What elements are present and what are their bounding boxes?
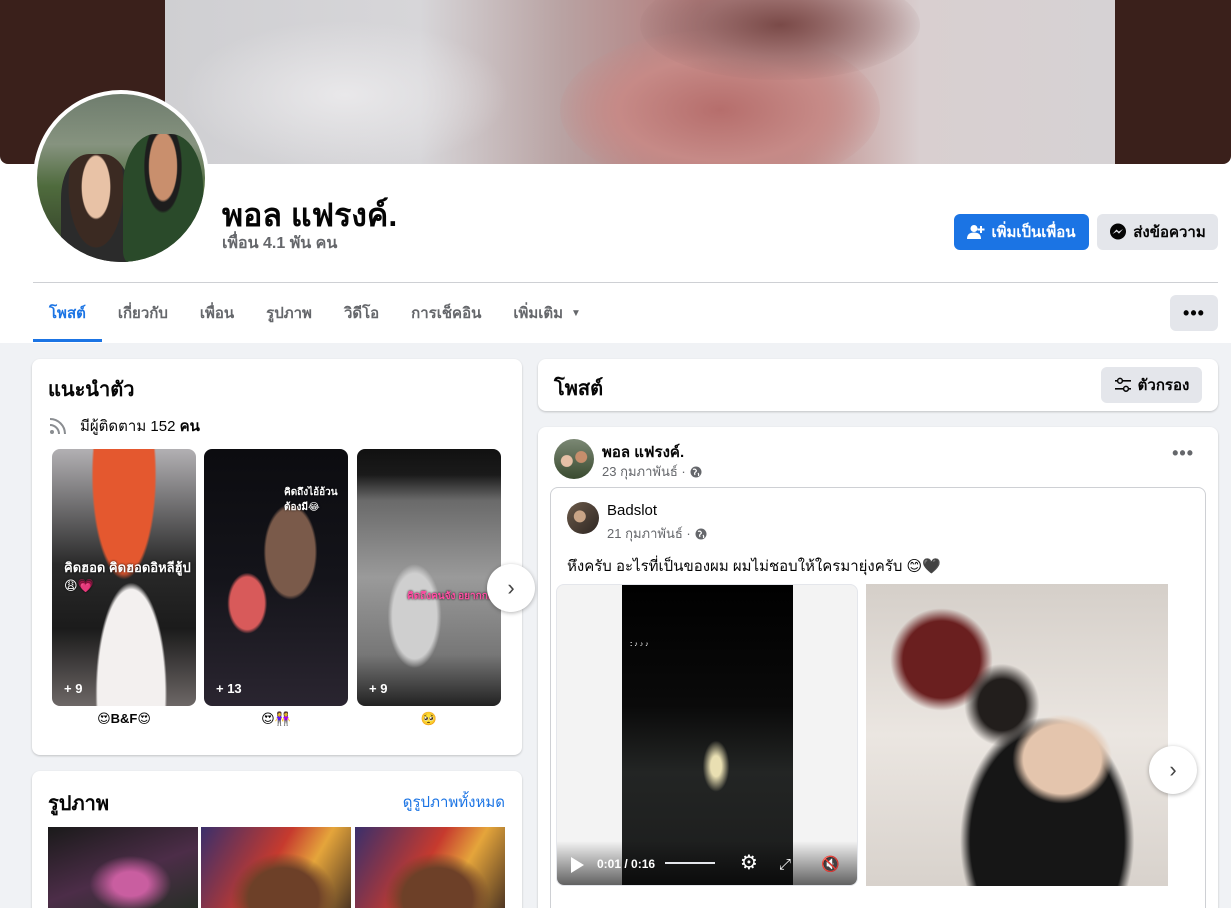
add-friend-label: เพิ่มเป็นเพื่อน bbox=[991, 224, 1076, 241]
tab-label: โพสต์ bbox=[49, 305, 86, 322]
shared-date: 21 กุมภาพันธ์ · bbox=[607, 526, 691, 541]
featured-story[interactable]: คิดฮอด คิดฮอดอิหลีฮู้ป 😩💗 + 9 bbox=[52, 449, 196, 706]
more-icon: ••• bbox=[1172, 443, 1194, 463]
featured-story[interactable]: คิดถึงไอ้อ้วนต้องมี😂 + 13 bbox=[204, 449, 348, 706]
filter-button[interactable]: ตัวกรอง bbox=[1101, 367, 1202, 403]
shared-timestamp[interactable]: 21 กุมภาพันธ์ · bbox=[607, 523, 707, 544]
tab-about[interactable]: เกี่ยวกับ bbox=[102, 284, 184, 342]
story-count: + 9 bbox=[64, 681, 83, 696]
add-friend-button[interactable]: เพิ่มเป็นเพื่อน bbox=[954, 214, 1089, 250]
followers-row[interactable]: มีผู้ติดตาม 152 คน bbox=[48, 414, 200, 438]
tab-label: เพิ่มเติม bbox=[513, 305, 564, 322]
post-author-avatar[interactable] bbox=[554, 439, 594, 479]
followers-unit: คน bbox=[179, 418, 200, 435]
video-progress-bar[interactable] bbox=[665, 862, 715, 864]
profile-tabs: โพสต์ เกี่ยวกับ เพื่อน รูปภาพ วิดีโอ การ… bbox=[33, 284, 597, 342]
photo-thumbnail[interactable] bbox=[201, 827, 351, 908]
filter-icon bbox=[1114, 377, 1131, 392]
photos-card: รูปภาพ ดูรูปภาพทั้งหมด bbox=[32, 771, 522, 908]
tab-label: วิดีโอ bbox=[343, 305, 380, 322]
more-icon: ••• bbox=[1183, 302, 1205, 323]
post-timestamp[interactable]: 23 กุมภาพันธ์ · bbox=[602, 461, 702, 482]
followers-count: มีผู้ติดตาม 152 bbox=[80, 418, 176, 435]
avatar bbox=[37, 94, 205, 262]
story-label: 🥺 bbox=[420, 711, 438, 726]
intro-card: แนะนำตัว มีผู้ติดตาม 152 คน คิดฮอด คิดฮอ… bbox=[32, 359, 535, 755]
video-caption-icon: : ♪ ♪ ♪ bbox=[630, 641, 649, 648]
messenger-icon bbox=[1110, 223, 1127, 240]
filter-label: ตัวกรอง bbox=[1137, 377, 1190, 394]
post-photo[interactable] bbox=[866, 584, 1168, 886]
caret-down-icon: ▼ bbox=[571, 307, 581, 319]
story-count: + 9 bbox=[369, 681, 388, 696]
featured-story[interactable]: คิดถึงคนจัง อยากกอด + 9 bbox=[357, 449, 501, 706]
posts-title: โพสต์ bbox=[554, 378, 604, 400]
photo-thumbnail[interactable] bbox=[355, 827, 505, 908]
shared-post[interactable]: Badslot 21 กุมภาพันธ์ · หึงครับ อะไรที่เ… bbox=[550, 487, 1206, 908]
profile-picture[interactable] bbox=[33, 90, 209, 266]
message-label: ส่งข้อความ bbox=[1133, 224, 1206, 241]
next-media-button[interactable]: › bbox=[1149, 746, 1197, 794]
tab-posts[interactable]: โพสต์ bbox=[33, 284, 102, 342]
fullscreen-icon[interactable]: ⤢ bbox=[779, 856, 791, 873]
posts-header: โพสต์ ตัวกรอง bbox=[538, 359, 1218, 411]
intro-title: แนะนำตัว bbox=[48, 379, 135, 401]
post-options-button[interactable]: ••• bbox=[1172, 443, 1194, 464]
tab-more[interactable]: เพิ่มเติม ▼ bbox=[497, 284, 597, 342]
story-label: 😍B&F😍 bbox=[97, 711, 151, 726]
friends-count[interactable]: เพื่อน 4.1 พัน คน bbox=[222, 231, 337, 256]
more-options-button[interactable]: ••• bbox=[1170, 295, 1218, 331]
video-player[interactable]: : ♪ ♪ ♪ 0:01 / 0:16 ⚙ ⤢ 🔇 bbox=[556, 584, 858, 886]
see-all-photos-link[interactable]: ดูรูปภาพทั้งหมด bbox=[403, 790, 505, 814]
mute-icon[interactable]: 🔇 bbox=[821, 855, 840, 873]
video-time: 0:01 / 0:16 bbox=[597, 857, 656, 871]
tab-checkins[interactable]: การเช็คอิน bbox=[395, 284, 497, 342]
tab-label: การเช็คอิน bbox=[411, 305, 482, 322]
shared-post-text: หึงครับ อะไรที่เป็นของผม ผมไม่ชอบให้ใครม… bbox=[567, 558, 941, 575]
story-label: 😍👭 bbox=[261, 711, 291, 726]
shared-author-name[interactable]: Badslot bbox=[607, 502, 657, 519]
post-card: พอล แฟรงค์. 23 กุมภาพันธ์ · ••• Badslot … bbox=[538, 427, 1218, 908]
rss-icon bbox=[49, 418, 66, 435]
story-caption: คิดถึงไอ้อ้วนต้องมี😂 bbox=[284, 487, 338, 513]
story-count: + 13 bbox=[216, 681, 242, 696]
photo-thumbnail[interactable] bbox=[48, 827, 198, 908]
message-button[interactable]: ส่งข้อความ bbox=[1097, 214, 1218, 250]
globe-icon bbox=[690, 466, 702, 477]
tab-friends[interactable]: เพื่อน bbox=[184, 284, 250, 342]
shared-author-avatar[interactable] bbox=[567, 502, 599, 534]
post-date: 23 กุมภาพันธ์ · bbox=[602, 464, 686, 479]
tab-label: เพื่อน bbox=[199, 305, 235, 322]
photos-title: รูปภาพ bbox=[48, 793, 110, 815]
next-arrow-button[interactable]: › bbox=[487, 564, 535, 612]
globe-icon bbox=[695, 528, 707, 539]
chevron-right-icon: › bbox=[1169, 757, 1177, 782]
tab-label: รูปภาพ bbox=[266, 305, 312, 322]
add-friend-icon bbox=[967, 225, 985, 239]
settings-gear-icon[interactable]: ⚙ bbox=[740, 850, 758, 875]
tab-photos[interactable]: รูปภาพ bbox=[250, 284, 328, 342]
play-icon[interactable] bbox=[571, 857, 584, 873]
chevron-right-icon: › bbox=[507, 575, 515, 600]
divider bbox=[33, 282, 1218, 283]
tab-label: เกี่ยวกับ bbox=[117, 305, 168, 322]
profile-header: พอล แฟรงค์. เพื่อน 4.1 พัน คน เพิ่มเป็นเ… bbox=[0, 0, 1231, 343]
story-caption: คิดฮอด คิดฮอดอิหลีฮู้ป 😩💗 bbox=[64, 560, 191, 593]
tab-videos[interactable]: วิดีโอ bbox=[328, 284, 395, 342]
video-controls: 0:01 / 0:16 ⚙ ⤢ 🔇 bbox=[557, 841, 857, 885]
